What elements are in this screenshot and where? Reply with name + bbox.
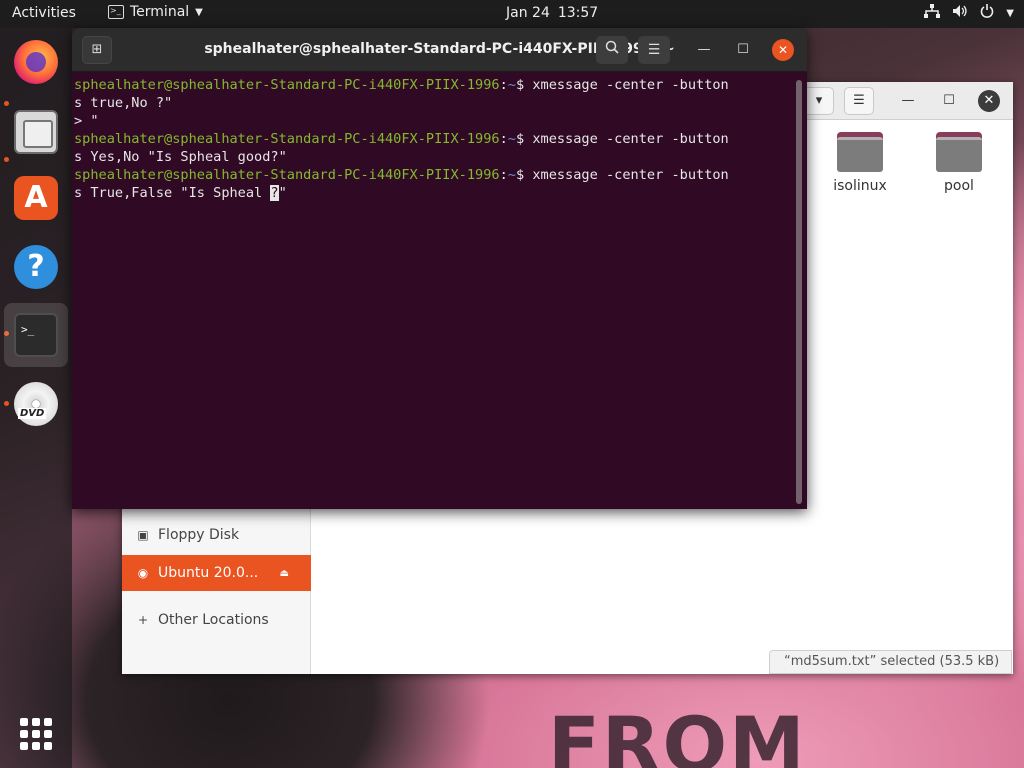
plus-icon: + [137, 613, 149, 627]
folder-pool[interactable]: pool [919, 132, 999, 194]
folder-isolinux[interactable]: isolinux [820, 132, 900, 194]
floppy-icon: ▣ [137, 528, 149, 542]
places-sidebar: ▣ Floppy Disk ◉ Ubuntu 20.0... ⏏ + Other… [122, 506, 311, 674]
dvd-icon: DVD [14, 382, 58, 426]
dvd-label: DVD [18, 408, 47, 419]
terminal-window[interactable]: ⊞ sphealhater@sphealhater-Standard-PC-i4… [72, 28, 807, 509]
prompt-user-host: sphealhater@sphealhater-Standard-PC-i440… [74, 77, 500, 93]
clock-button[interactable]: Jan 24 13:57 [506, 5, 598, 21]
sidebar-item-ubuntu-disc[interactable]: ◉ Ubuntu 20.0... ⏏ [122, 555, 311, 591]
close-button[interactable]: ✕ [772, 39, 794, 61]
sidebar-item-other-locations[interactable]: + Other Locations [122, 602, 311, 638]
search-button[interactable] [596, 36, 628, 64]
clock-date: Jan 24 [506, 5, 550, 21]
disc-icon: ◉ [137, 566, 149, 580]
folder-label: isolinux [833, 178, 887, 194]
terminal-line-current: s True,False "Is Spheal ?" [74, 184, 792, 202]
maximize-button[interactable]: ☐ [937, 90, 961, 112]
input-text: " [278, 185, 287, 201]
network-icon [924, 4, 941, 22]
folder-icon [936, 132, 982, 172]
terminal-line: sphealhater@sphealhater-Standard-PC-i440… [74, 131, 729, 147]
scrollbar[interactable] [796, 80, 802, 504]
prompt-path: ~ [507, 131, 516, 147]
app-menu-label: Terminal [130, 4, 190, 20]
terminal-line: > " [74, 113, 99, 129]
activities-button[interactable]: Activities [12, 5, 76, 21]
dock-item-help[interactable]: ? [4, 235, 68, 299]
command-text: $ xmessage -center -button [515, 131, 729, 147]
prompt-user-host: sphealhater@sphealhater-Standard-PC-i440… [74, 131, 500, 147]
terminal-line: sphealhater@sphealhater-Standard-PC-i440… [74, 77, 729, 93]
dock-item-firefox[interactable] [4, 30, 68, 94]
files-icon [14, 110, 58, 154]
menu-button[interactable]: ☰ [638, 36, 670, 64]
view-options-button[interactable]: ▾ [804, 87, 834, 115]
show-applications-icon[interactable] [20, 718, 52, 750]
wallpaper-text: FROM [548, 700, 807, 768]
sidebar-item-label: Ubuntu 20.0... [158, 565, 259, 581]
prompt-path: ~ [507, 77, 516, 93]
input-text: s True,False "Is Spheal [74, 185, 271, 201]
chevron-down-icon: ▼ [1006, 7, 1014, 19]
sidebar-item-floppy-disk[interactable]: ▣ Floppy Disk [122, 517, 311, 553]
search-icon [605, 40, 619, 58]
dock: A ? >_ DVD [0, 28, 72, 768]
dock-item-software[interactable]: A [4, 166, 68, 230]
volume-icon [952, 4, 968, 22]
command-text: $ xmessage -center -button [515, 77, 729, 93]
eject-icon[interactable]: ⏏ [280, 568, 289, 579]
terminal-headerbar: ⊞ sphealhater@sphealhater-Standard-PC-i4… [72, 28, 807, 72]
folder-label: pool [944, 178, 974, 194]
prompt-path: ~ [507, 167, 516, 183]
terminal-line: s true,No ?" [74, 95, 173, 111]
prompt-user-host: sphealhater@sphealhater-Standard-PC-i440… [74, 167, 500, 183]
close-button[interactable]: ✕ [978, 90, 1000, 112]
terminal-line: s Yes,No "Is Spheal good?" [74, 149, 287, 165]
command-text: $ xmessage -center -button [515, 167, 729, 183]
app-menu-button[interactable]: >_ Terminal ▼ [108, 4, 203, 20]
terminal-icon: >_ [14, 313, 58, 357]
system-menu-button[interactable]: ▼ [924, 4, 1014, 22]
dock-item-terminal[interactable]: >_ [4, 303, 68, 367]
dock-item-dvd[interactable]: DVD [4, 372, 68, 436]
selection-status: “md5sum.txt” selected (53.5 kB) [769, 650, 1012, 674]
terminal-line: sphealhater@sphealhater-Standard-PC-i440… [74, 167, 729, 183]
minimize-button[interactable]: — [896, 90, 920, 112]
folder-icon [837, 132, 883, 172]
text-cursor: ? [270, 185, 279, 201]
maximize-button[interactable]: ☐ [731, 38, 755, 62]
firefox-icon [14, 40, 58, 84]
sidebar-item-label: Floppy Disk [158, 527, 240, 543]
dock-item-files[interactable] [4, 100, 68, 164]
top-bar: Activities >_ Terminal ▼ Jan 24 13:57 ▼ [0, 0, 1024, 28]
terminal-output[interactable]: sphealhater@sphealhater-Standard-PC-i440… [74, 76, 792, 506]
software-store-icon: A [14, 176, 58, 220]
hamburger-icon: ☰ [647, 42, 661, 58]
power-icon [980, 4, 994, 22]
clock-time: 13:57 [557, 5, 599, 21]
minimize-button[interactable]: — [692, 38, 716, 62]
chevron-down-icon: ▼ [195, 6, 203, 18]
help-icon: ? [14, 245, 58, 289]
terminal-icon: >_ [108, 5, 124, 19]
hamburger-icon: ☰ [853, 93, 865, 108]
sidebar-item-label: Other Locations [158, 612, 269, 628]
menu-button[interactable]: ☰ [844, 87, 874, 115]
